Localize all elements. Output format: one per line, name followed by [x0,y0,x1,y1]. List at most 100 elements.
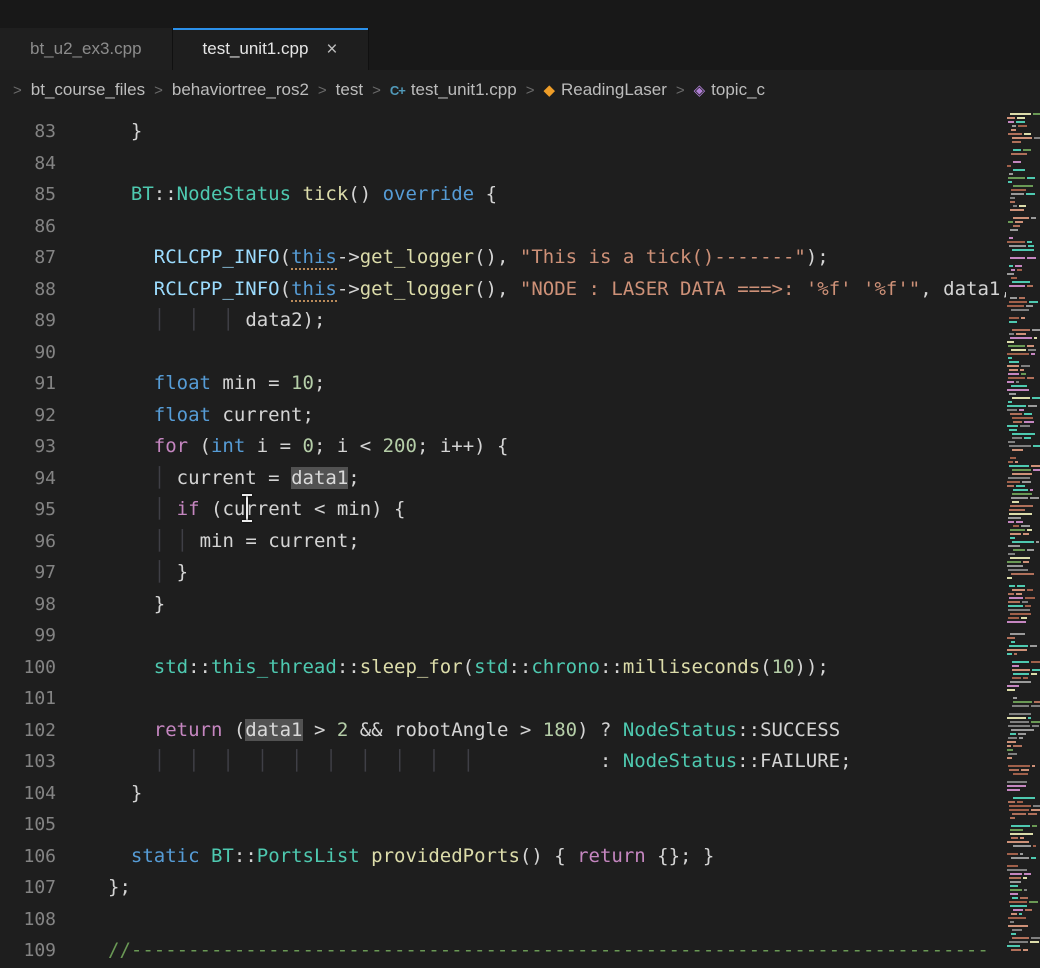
code-text: } [108,778,142,810]
code-line-95[interactable]: 95 │ if (current < min) { [0,494,1040,526]
minimap-row [1006,185,1040,187]
minimap-row [1006,141,1040,143]
chevron-right-icon: > [372,82,381,99]
minimap-row [1006,853,1040,855]
minimap-row [1006,793,1040,795]
code-text: std::this_thread::sleep_for(std::chrono:… [108,652,829,684]
code-line-86[interactable]: 86 [0,211,1040,243]
minimap-row [1006,901,1040,903]
breadcrumb-item-test_unit1-cpp[interactable]: C+test_unit1.cpp [390,80,517,100]
code-line-89[interactable]: 89 │ │ │ data2); [0,305,1040,337]
minimap-row [1006,369,1040,371]
minimap-row [1006,125,1040,127]
minimap-row [1006,649,1040,651]
minimap-row [1006,645,1040,647]
minimap-row [1006,789,1040,791]
minimap-row [1006,885,1040,887]
minimap-row [1006,225,1040,227]
minimap-row [1006,149,1040,151]
code-line-106[interactable]: 106 static BT::PortsList providedPorts()… [0,841,1040,873]
minimap-row [1006,157,1040,159]
minimap-row [1006,873,1040,875]
minimap-row [1006,661,1040,663]
minimap-row [1006,749,1040,751]
code-editor: 83 }8485 BT::NodeStatus tick() override … [0,110,1040,968]
line-number: 87 [0,242,56,274]
code-text: } [108,116,142,148]
code-line-109[interactable]: 109//-----------------------------------… [0,935,1040,967]
minimap-row [1006,701,1040,703]
minimap-row [1006,561,1040,563]
code-line-92[interactable]: 92 float current; [0,400,1040,432]
code-line-102[interactable]: 102 return (data1 > 2 && robotAngle > 18… [0,715,1040,747]
line-number: 109 [0,935,56,967]
minimap-row [1006,833,1040,835]
code-line-107[interactable]: 107}; [0,872,1040,904]
minimap-row [1006,913,1040,915]
code-line-101[interactable]: 101 [0,683,1040,715]
code-line-87[interactable]: 87 RCLCPP_INFO(this->get_logger(), "This… [0,242,1040,274]
code-text: │ } [108,557,188,589]
minimap-row [1006,721,1040,723]
breadcrumb-item-behaviortree_ros2[interactable]: behaviortree_ros2 [172,80,309,100]
tab-test_unit1-cpp[interactable]: test_unit1.cpp× [173,28,369,70]
code-line-83[interactable]: 83 } [0,116,1040,148]
code-line-105[interactable]: 105 [0,809,1040,841]
minimap-row [1006,213,1040,215]
minimap-row [1006,233,1040,235]
code-line-98[interactable]: 98 } [0,589,1040,621]
tab-bar: bt_u2_ex3.cpptest_unit1.cpp× [0,28,1040,70]
minimap-row [1006,441,1040,443]
chevron-right-icon: > [676,82,685,99]
minimap[interactable] [1006,110,1040,968]
breadcrumb-item-ReadingLaser[interactable]: ◆ReadingLaser [543,80,666,100]
code-line-88[interactable]: 88 RCLCPP_INFO(this->get_logger(), "NODE… [0,274,1040,306]
code-text: │ if (current < min) { [108,494,405,526]
breadcrumb-item-bt_course_files[interactable]: bt_course_files [31,80,145,100]
minimap-row [1006,445,1040,447]
breadcrumb-item-test[interactable]: test [336,80,363,100]
code-line-84[interactable]: 84 [0,148,1040,180]
code-line-96[interactable]: 96 │ │ min = current; [0,526,1040,558]
minimap-row [1006,941,1040,943]
code-line-99[interactable]: 99 [0,620,1040,652]
minimap-row [1006,541,1040,543]
minimap-row [1006,285,1040,287]
tab-bt_u2_ex3-cpp[interactable]: bt_u2_ex3.cpp [0,28,173,70]
minimap-row [1006,557,1040,559]
code-line-94[interactable]: 94 │ current = data1; [0,463,1040,495]
code-line-93[interactable]: 93 for (int i = 0; i < 200; i++) { [0,431,1040,463]
minimap-row [1006,169,1040,171]
minimap-row [1006,165,1040,167]
minimap-row [1006,705,1040,707]
minimap-row [1006,389,1040,391]
code-line-85[interactable]: 85 BT::NodeStatus tick() override { [0,179,1040,211]
minimap-row [1006,761,1040,763]
minimap-row [1006,301,1040,303]
line-number: 108 [0,904,56,936]
line-number: 98 [0,589,56,621]
code-line-97[interactable]: 97 │ } [0,557,1040,589]
minimap-row [1006,929,1040,931]
minimap-row [1006,577,1040,579]
code-line-91[interactable]: 91 float min = 10; [0,368,1040,400]
code-line-90[interactable]: 90 [0,337,1040,369]
code-area[interactable]: 83 }8485 BT::NodeStatus tick() override … [0,110,1040,967]
minimap-row [1006,345,1040,347]
minimap-row [1006,229,1040,231]
code-line-104[interactable]: 104 } [0,778,1040,810]
minimap-row [1006,529,1040,531]
code-line-100[interactable]: 100 std::this_thread::sleep_for(std::chr… [0,652,1040,684]
minimap-row [1006,425,1040,427]
close-icon[interactable]: × [326,40,337,59]
code-line-108[interactable]: 108 [0,904,1040,936]
minimap-row [1006,449,1040,451]
minimap-row [1006,693,1040,695]
minimap-row [1006,737,1040,739]
breadcrumb-item-topic_c[interactable]: ◈topic_c [694,80,765,100]
minimap-row [1006,453,1040,455]
minimap-row [1006,361,1040,363]
minimap-row [1006,113,1040,115]
minimap-row [1006,265,1040,267]
code-line-103[interactable]: 103 │ │ │ │ │ │ │ │ │ │ : NodeStatus::FA… [0,746,1040,778]
